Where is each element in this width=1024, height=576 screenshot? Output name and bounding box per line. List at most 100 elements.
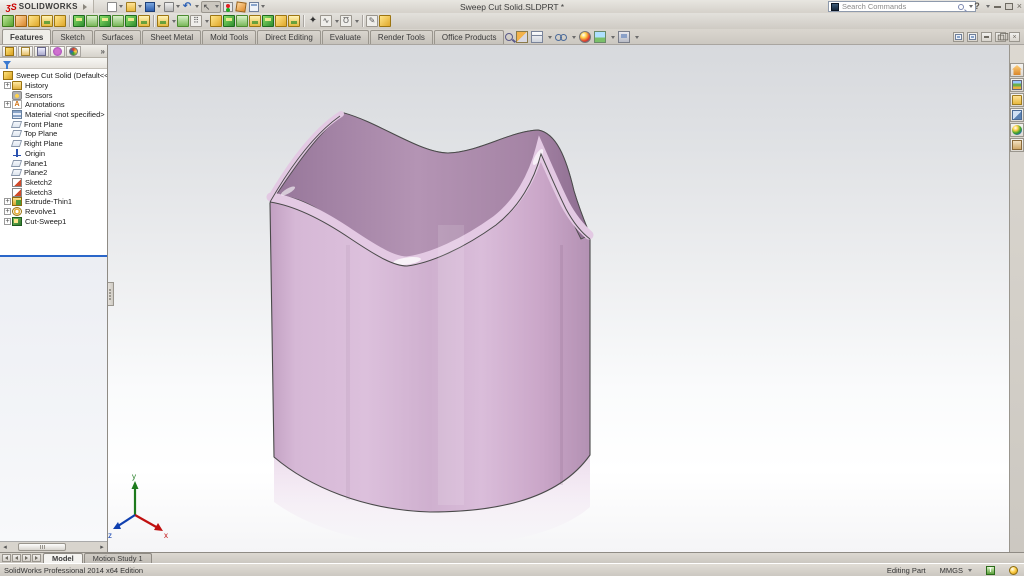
tool-extrude-cut-icon[interactable] [73,15,85,27]
search-commands-input[interactable]: Search Commands [828,1,976,12]
hide-show-items-icon[interactable] [555,31,567,43]
view-palette-button[interactable] [1010,108,1024,122]
pattern-caret-icon[interactable] [205,20,209,23]
first-tab-button[interactable] [2,554,11,562]
status-ball-icon[interactable] [1009,566,1018,575]
save-caret-icon[interactable] [157,5,161,8]
tree-item-plane2[interactable]: Plane2 [0,168,107,178]
solidworks-menu-button[interactable]: ʒS SOLIDWORKS [0,0,94,13]
tab-features[interactable]: Features [2,29,51,44]
tool-extrude-boss-icon[interactable] [2,15,14,27]
tool-revolve-cut-icon[interactable] [99,15,111,27]
options-button[interactable] [235,1,247,13]
graphics-viewport[interactable]: y x z [108,45,1009,552]
units-selector[interactable]: MMGS [940,566,972,575]
tab-direct-editing[interactable]: Direct Editing [257,30,321,44]
panel-collapse-handle[interactable] [108,282,114,306]
tree-item-revolve1[interactable]: + Revolve1 [0,207,107,217]
configurationmanager-tab[interactable] [34,46,49,57]
tree-item-sketch3[interactable]: Sketch3 [0,187,107,197]
doc-restore-button[interactable] [995,32,1006,42]
tree-root-item[interactable]: Sweep Cut Solid (Default<<Defa [0,71,107,81]
open-caret-icon[interactable] [138,5,142,8]
tree-item-right-plane[interactable]: Right Plane [0,139,107,149]
expand-toggle[interactable]: + [4,101,11,108]
tool-ramp-icon[interactable] [379,15,391,27]
apply-scene-icon[interactable] [594,31,606,43]
tab-evaluate[interactable]: Evaluate [322,30,369,44]
tab-office-products[interactable]: Office Products [434,30,505,44]
solidworks-resources-button[interactable] [1010,63,1024,77]
print-button[interactable] [163,1,181,13]
scrollbar-thumb[interactable] [18,543,66,551]
window-button[interactable] [248,1,266,13]
file-explorer-button[interactable] [1010,93,1024,107]
units-caret-icon[interactable] [968,569,972,572]
tool-boundary-cut-icon[interactable] [138,15,150,27]
hide-show-caret-icon[interactable] [572,36,576,39]
expand-toggle[interactable]: + [4,218,11,225]
tree-item-front-plane[interactable]: Front Plane [0,119,107,129]
new-document-button[interactable] [106,1,124,13]
tool-draft-icon[interactable] [223,15,235,27]
propertymanager-tab[interactable] [18,46,33,57]
apply-scene-caret-icon[interactable] [611,36,615,39]
search-icon[interactable] [958,4,964,10]
select-button[interactable]: ↖ [201,1,221,13]
scroll-right-arrow[interactable]: ▸ [97,543,107,552]
tree-item-extrude-thin1[interactable]: + Extrude-Thin1 [0,197,107,207]
doc-close-button[interactable]: × [1009,32,1020,42]
tree-item-material[interactable]: Material <not specified> [0,110,107,120]
expand-toggle[interactable]: + [4,208,11,215]
tab-sketch[interactable]: Sketch [52,30,92,44]
tool-rib-icon[interactable] [210,15,222,27]
panel-overflow-button[interactable]: » [101,47,105,56]
tree-item-sketch2[interactable]: Sketch2 [0,178,107,188]
doc-cascade-button[interactable] [967,32,978,42]
view-orientation-icon[interactable] [531,31,543,43]
instant3d-caret-icon[interactable] [355,20,359,23]
tool-fillet-icon[interactable] [157,15,169,27]
last-tab-button[interactable] [32,554,41,562]
fillet-caret-icon[interactable] [172,20,176,23]
menu-expand-icon[interactable] [83,4,87,10]
search-scope-icon[interactable] [831,3,839,11]
zoom-to-fit-icon[interactable] [505,33,513,41]
doc-new-window-button[interactable] [953,32,964,42]
tree-item-cut-sweep1[interactable]: + Cut-Sweep1 [0,216,107,226]
tool-shell-icon[interactable] [236,15,248,27]
tree-item-top-plane[interactable]: Top Plane [0,129,107,139]
custom-properties-status-icon[interactable]: T [986,566,995,575]
displaymanager-tab[interactable] [66,46,81,57]
model-sweep-cut-solid[interactable]: y x z [108,45,1008,552]
tool-loft-cut-icon[interactable] [125,15,137,27]
tool-dome-icon[interactable] [288,15,300,27]
tool-hole-wizard-icon[interactable] [86,15,98,27]
tree-item-history[interactable]: + History [0,81,107,91]
app-restore-button[interactable] [1005,3,1013,10]
next-tab-button[interactable] [22,554,31,562]
undo-button[interactable]: ↶ [182,1,200,13]
prev-tab-button[interactable] [12,554,21,562]
tool-mirror-icon[interactable] [275,15,287,27]
tool-linear-pattern-icon[interactable] [177,15,189,27]
tool-instant3d-icon[interactable]: Ʊ [340,15,352,27]
app-minimize-button[interactable] [994,6,1001,8]
tool-intersect-icon[interactable] [262,15,274,27]
edit-appearance-icon[interactable] [579,31,591,43]
tree-item-plane1[interactable]: Plane1 [0,158,107,168]
custom-properties-button[interactable] [1010,138,1024,152]
tool-pattern-grid-icon[interactable]: ⠿ [190,15,202,27]
search-caret-icon[interactable] [969,5,973,8]
tool-sketch-mode-icon[interactable]: ✎ [366,15,378,27]
save-button[interactable] [144,1,162,13]
view-settings-caret-icon[interactable] [635,36,639,39]
tool-loft-boss-icon[interactable] [41,15,53,27]
tab-render-tools[interactable]: Render Tools [370,30,433,44]
curves-caret-icon[interactable] [335,20,339,23]
tree-item-origin[interactable]: Origin [0,149,107,159]
app-close-button[interactable]: × [1017,1,1022,12]
design-library-button[interactable] [1010,78,1024,92]
featuremanager-tree-tab[interactable] [2,46,17,57]
dimxpert-tab[interactable] [50,46,65,57]
